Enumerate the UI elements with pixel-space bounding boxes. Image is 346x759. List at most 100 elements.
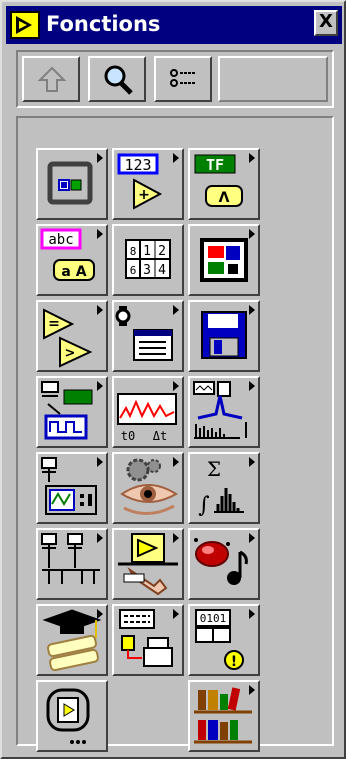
report-generation-button[interactable] xyxy=(112,604,184,676)
toolbar-spacer xyxy=(218,56,328,102)
submenu-arrow-icon xyxy=(97,229,103,239)
submenu-arrow-icon xyxy=(97,609,103,619)
submenu-arrow-icon xyxy=(249,381,255,391)
window-title: Fonctions xyxy=(46,12,161,36)
submenu-arrow-icon xyxy=(173,533,179,543)
submenu-arrow-icon xyxy=(173,153,179,163)
svg-text:6: 6 xyxy=(130,264,137,277)
functions-palette-window: Fonctions X 123 + TF Λ abc a A 8 6 1 2 3… xyxy=(0,0,346,759)
title-bar[interactable]: Fonctions X xyxy=(6,6,342,44)
svg-text:2: 2 xyxy=(158,244,166,259)
graphics-sound-button[interactable] xyxy=(188,528,260,600)
user-libraries-icon xyxy=(194,687,252,744)
svg-text:>: > xyxy=(65,346,76,361)
advanced-label: 0101 xyxy=(200,612,227,625)
report-generation-icon xyxy=(119,609,173,667)
boolean-button[interactable]: TF Λ xyxy=(188,148,260,220)
tutorial-button[interactable] xyxy=(36,604,108,676)
instrument-io-button[interactable] xyxy=(36,452,108,524)
advanced-icon: 0101 ! xyxy=(195,609,244,670)
communication-button[interactable] xyxy=(36,528,108,600)
data-acquisition-icon xyxy=(41,381,93,440)
string-button[interactable]: abc a A xyxy=(36,224,108,296)
analyze-button[interactable] xyxy=(188,376,260,448)
svg-text:a A: a A xyxy=(61,264,86,280)
options-button[interactable] xyxy=(154,56,212,102)
string-label: abc xyxy=(48,232,73,248)
array-cluster-icon: 8 6 1 2 3 4 xyxy=(125,239,171,279)
time-dialog-button[interactable] xyxy=(112,300,184,372)
tutorial-icon xyxy=(42,609,102,672)
submenu-arrow-icon xyxy=(249,685,255,695)
svg-text:Λ: Λ xyxy=(219,190,230,206)
submenu-arrow-icon xyxy=(249,229,255,239)
palette-panel: 123 + TF Λ abc a A 8 6 1 2 3 4 = > t0 Δt… xyxy=(16,116,334,752)
submenu-arrow-icon xyxy=(173,609,179,619)
submenu-arrow-icon xyxy=(97,381,103,391)
file-io-button[interactable] xyxy=(188,300,260,372)
cluster-icon xyxy=(200,238,248,282)
submenu-arrow-icon xyxy=(97,457,103,467)
waveform-t0-label: t0 xyxy=(121,429,135,443)
array-button[interactable]: 8 6 1 2 3 4 xyxy=(112,224,184,296)
labview-app-icon xyxy=(10,11,40,39)
boolean-label: TF xyxy=(206,156,224,174)
submenu-arrow-icon xyxy=(249,457,255,467)
svg-text:8: 8 xyxy=(130,245,137,258)
svg-text:=: = xyxy=(48,316,60,332)
submenu-arrow-icon xyxy=(97,305,103,315)
graphics-sound-icon xyxy=(194,538,248,585)
motion-vision-button[interactable] xyxy=(112,452,184,524)
analyze-icon xyxy=(193,381,247,439)
numeric-button[interactable]: 123 + xyxy=(112,148,184,220)
structures-button[interactable] xyxy=(36,148,108,220)
waveform-icon: t0 Δt xyxy=(117,393,177,443)
file-io-icon xyxy=(201,311,247,359)
mathematics-label: Σ xyxy=(207,457,221,481)
options-list-icon xyxy=(170,69,195,87)
cluster-button[interactable] xyxy=(188,224,260,296)
select-vi-icon xyxy=(46,688,90,744)
comparison-icon: = > xyxy=(43,308,93,368)
up-button[interactable] xyxy=(22,56,80,102)
control-design-icon xyxy=(118,533,178,596)
structures-icon xyxy=(47,161,93,205)
up-arrow-icon xyxy=(37,66,67,92)
submenu-arrow-icon xyxy=(249,609,255,619)
functions-grid: 123 + TF Λ abc a A 8 6 1 2 3 4 = > t0 Δt… xyxy=(36,148,262,752)
submenu-arrow-icon xyxy=(97,153,103,163)
palette-toolbar xyxy=(16,50,334,108)
numeric-icon: 123 + xyxy=(117,153,163,210)
control-design-button[interactable] xyxy=(112,528,184,600)
motion-vision-icon xyxy=(120,458,178,515)
submenu-arrow-icon xyxy=(249,305,255,315)
time-dialog-icon xyxy=(115,306,173,361)
select-vi-button[interactable] xyxy=(36,680,108,752)
svg-text:4: 4 xyxy=(158,263,166,278)
numeric-label: 123 xyxy=(124,156,151,174)
communication-icon xyxy=(41,533,100,584)
data-acquisition-button[interactable] xyxy=(36,376,108,448)
submenu-arrow-icon xyxy=(249,533,255,543)
svg-text:+: + xyxy=(138,187,150,203)
comparison-button[interactable]: = > xyxy=(36,300,108,372)
submenu-arrow-icon xyxy=(173,305,179,315)
instrument-io-icon xyxy=(41,457,97,515)
svg-text:∫: ∫ xyxy=(198,493,210,518)
svg-text:3: 3 xyxy=(143,263,151,278)
mathematics-icon: Σ ∫ xyxy=(198,457,244,518)
user-libraries-button[interactable] xyxy=(188,680,260,752)
waveform-button[interactable]: t0 Δt xyxy=(112,376,184,448)
search-button[interactable] xyxy=(88,56,146,102)
svg-text:!: ! xyxy=(231,654,237,670)
submenu-arrow-icon xyxy=(173,457,179,467)
submenu-arrow-icon xyxy=(173,381,179,391)
string-icon: abc a A xyxy=(40,228,95,281)
magnifier-icon xyxy=(104,65,133,95)
mathematics-button[interactable]: Σ ∫ xyxy=(188,452,260,524)
advanced-button[interactable]: 0101 ! xyxy=(188,604,260,676)
close-button[interactable]: X xyxy=(314,10,338,36)
waveform-dt-label: Δt xyxy=(153,429,167,443)
submenu-arrow-icon xyxy=(97,533,103,543)
submenu-arrow-icon xyxy=(249,153,255,163)
